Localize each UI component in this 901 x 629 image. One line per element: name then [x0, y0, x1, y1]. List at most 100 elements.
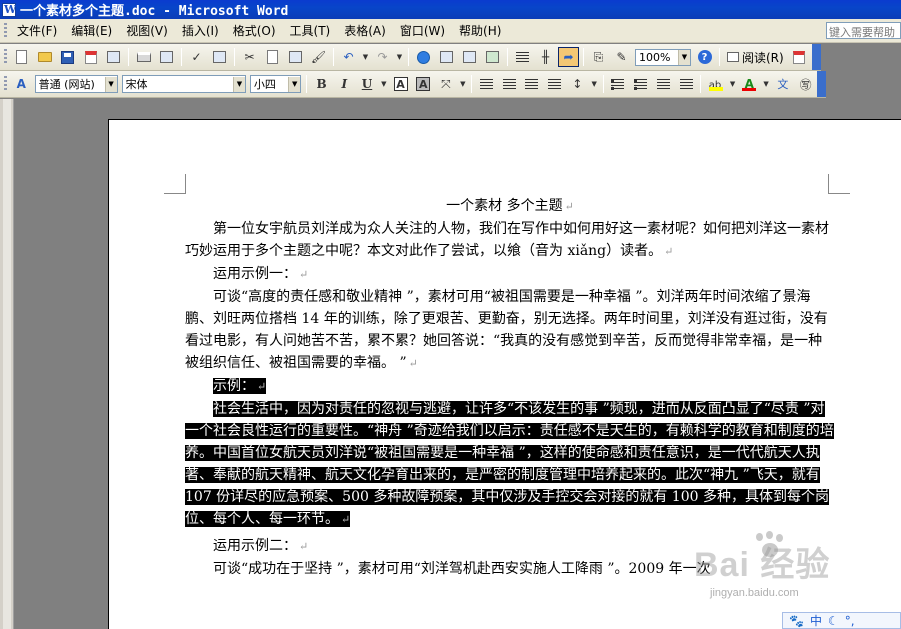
print-button[interactable]	[133, 47, 154, 67]
char-scale-dropdown[interactable]: ▼	[458, 74, 467, 94]
decrease-indent-icon	[656, 78, 670, 90]
char-border-button[interactable]: A	[390, 74, 411, 94]
menu-insert[interactable]: 插入(I)	[175, 20, 226, 42]
document-map-button[interactable]: ➦	[558, 47, 579, 67]
ime-toolbar[interactable]: 🐾 中 ☾ °,	[782, 612, 901, 629]
menu-edit[interactable]: 编辑(E)	[64, 20, 119, 42]
italic-button[interactable]: I	[334, 74, 355, 94]
toolbar-grip[interactable]	[4, 76, 7, 92]
ime-mode-label[interactable]: 中	[810, 612, 822, 629]
font-size-combo[interactable]: 小四 ▼	[249, 75, 302, 93]
phonetic-guide-icon: 文	[777, 78, 789, 91]
word-app-icon[interactable]	[2, 2, 16, 17]
font-combo[interactable]: 宋体 ▼	[121, 75, 246, 93]
punctuation-icon[interactable]: °,	[845, 614, 855, 628]
tables-borders-button[interactable]	[436, 47, 457, 67]
help-button[interactable]: ?	[694, 47, 715, 67]
numbering-icon	[611, 78, 625, 90]
toolbar-options-button[interactable]	[812, 44, 821, 70]
underline-dropdown[interactable]: ▼	[379, 74, 388, 94]
char-shading-button[interactable]: A	[413, 74, 434, 94]
research-button[interactable]	[209, 47, 230, 67]
decrease-indent-button[interactable]	[653, 74, 674, 94]
phonetic-guide-button[interactable]: 文	[773, 74, 794, 94]
align-right-button[interactable]	[522, 74, 543, 94]
menu-help[interactable]: 帮助(H)	[452, 20, 508, 42]
redo-button[interactable]: ↷	[372, 47, 393, 67]
moon-icon[interactable]: ☾	[828, 614, 839, 628]
highlight-button[interactable]: ab	[705, 74, 726, 94]
new-document-button[interactable]	[11, 47, 32, 67]
example1-heading: 运用示例一： ↵	[185, 263, 835, 286]
increase-indent-button[interactable]	[676, 74, 697, 94]
paragraph-mark: ↵	[257, 380, 267, 393]
undo-dropdown[interactable]: ▼	[361, 47, 370, 67]
menu-view[interactable]: 视图(V)	[119, 20, 175, 42]
menu-file[interactable]: 文件(F)	[10, 20, 64, 42]
read-button[interactable]: 阅读(R)	[723, 49, 788, 66]
open-button[interactable]	[34, 47, 55, 67]
copy-button[interactable]	[262, 47, 283, 67]
paragraph-mark: ↵	[664, 245, 674, 258]
spelling-button[interactable]: ✓	[186, 47, 207, 67]
document-page[interactable]: 一个素材 多个主题 ↵ 第一位女宇航员刘洋成为众人关注的人物，我们在写作中如何用好…	[108, 119, 901, 629]
menu-table[interactable]: 表格(A)	[337, 20, 393, 42]
zoom-combo[interactable]: 100% ▼	[635, 48, 691, 66]
menu-window[interactable]: 窗口(W)	[393, 20, 452, 42]
columns-button[interactable]	[512, 47, 533, 67]
redo-dropdown[interactable]: ▼	[395, 47, 404, 67]
style-combo[interactable]: 普通 (网站) ▼	[34, 75, 118, 93]
chevron-down-icon[interactable]: ▼	[104, 76, 117, 92]
permission-button[interactable]	[80, 47, 101, 67]
distributed-button[interactable]	[544, 74, 565, 94]
format-painter-button[interactable]: 🖌	[308, 47, 329, 67]
hyperlink-button[interactable]	[413, 47, 434, 67]
paste-button[interactable]	[285, 47, 306, 67]
print-preview-button[interactable]	[156, 47, 177, 67]
example1-heading-text: 运用示例一：	[213, 266, 297, 282]
ink-button[interactable]: ✎	[611, 47, 632, 67]
paragraph-mark: ↵	[341, 513, 351, 526]
undo-button[interactable]: ↶	[338, 47, 359, 67]
menubar-grip[interactable]	[4, 22, 7, 39]
line-spacing-button[interactable]: ↕	[567, 74, 588, 94]
font-color-icon: A	[742, 77, 757, 91]
align-center-button[interactable]	[499, 74, 520, 94]
show-hide-button[interactable]: ⎘	[588, 47, 609, 67]
toolbar-options-button[interactable]	[817, 71, 826, 97]
bold-button[interactable]: B	[311, 74, 332, 94]
chevron-down-icon[interactable]: ▼	[678, 49, 690, 65]
line-spacing-dropdown[interactable]: ▼	[590, 74, 599, 94]
enclose-char-button[interactable]: ㊢	[795, 74, 816, 94]
help-search-input[interactable]: 键入需要帮助	[826, 22, 901, 39]
toolbar-separator	[719, 48, 720, 66]
save-button[interactable]	[57, 47, 78, 67]
numbering-button[interactable]	[608, 74, 629, 94]
intro-paragraph: 第一位女宇航员刘洋成为众人关注的人物，我们在写作中如何用好这一素材呢？如何把刘洋…	[185, 218, 835, 263]
font-color-dropdown[interactable]: ▼	[762, 74, 771, 94]
font-value: 宋体	[125, 78, 148, 91]
styles-pane-button[interactable]: A	[11, 74, 32, 94]
underline-button[interactable]: U	[357, 74, 378, 94]
drawing-button[interactable]: ╫	[535, 47, 556, 67]
selected-heading-text: 示例：	[213, 378, 255, 394]
chevron-down-icon[interactable]: ▼	[232, 76, 245, 92]
document-map-icon: ➦	[563, 50, 574, 64]
menu-format[interactable]: 格式(O)	[226, 20, 283, 42]
chevron-down-icon[interactable]: ▼	[288, 76, 301, 92]
bullets-button[interactable]	[630, 74, 651, 94]
toolbar-separator	[333, 48, 334, 66]
highlight-dropdown[interactable]: ▼	[728, 74, 737, 94]
menu-tools[interactable]: 工具(T)	[283, 20, 338, 42]
char-scale-button[interactable]: ⤧	[436, 74, 457, 94]
insert-excel-button[interactable]	[482, 47, 503, 67]
email-button[interactable]	[103, 47, 124, 67]
vertical-ruler[interactable]	[0, 99, 14, 629]
font-color-button[interactable]: A	[739, 74, 760, 94]
insert-table-button[interactable]	[459, 47, 480, 67]
document-body[interactable]: 一个素材 多个主题 ↵ 第一位女宇航员刘洋成为众人关注的人物，我们在写作中如何用好…	[185, 195, 835, 580]
align-justify-button[interactable]	[476, 74, 497, 94]
research-pane-button[interactable]	[789, 47, 810, 67]
cut-button[interactable]: ✂	[239, 47, 260, 67]
toolbar-grip[interactable]	[4, 49, 7, 65]
